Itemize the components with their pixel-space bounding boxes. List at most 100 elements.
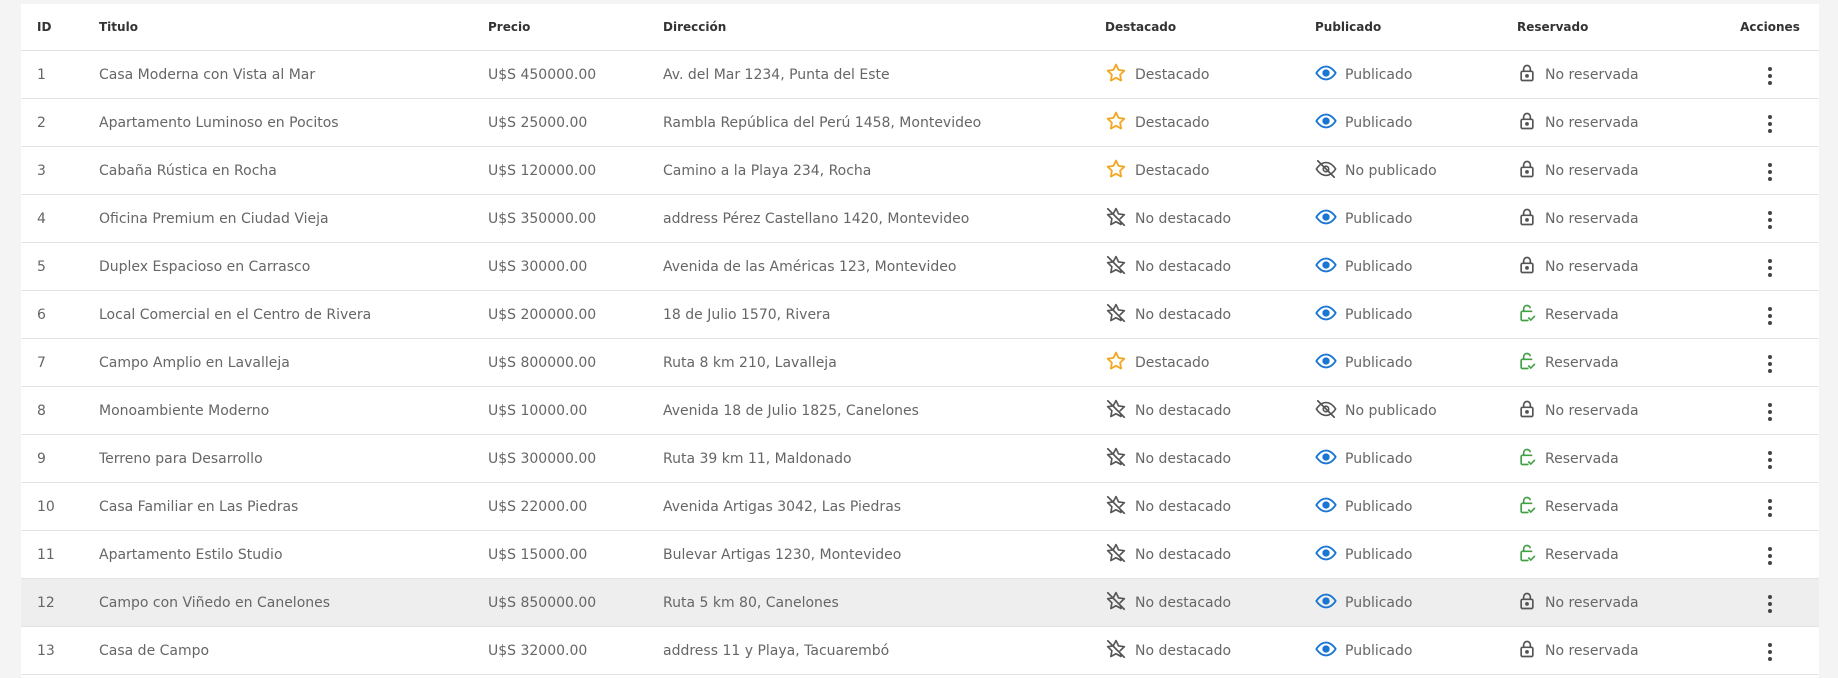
cell-reserved: No reservada [1517,578,1721,627]
cell-address: Camino a la Playa 234, Rocha [663,146,1105,195]
more-vertical-icon[interactable] [1758,589,1782,619]
eye-icon[interactable] [1315,638,1337,664]
star-off-icon[interactable] [1105,302,1127,328]
eye-off-icon[interactable] [1315,398,1337,424]
star-icon[interactable] [1105,110,1127,136]
more-vertical-icon[interactable] [1758,61,1782,91]
lock-open-check-icon[interactable] [1517,302,1537,328]
star-icon[interactable] [1105,350,1127,376]
more-vertical-icon[interactable] [1758,445,1782,475]
star-off-icon[interactable] [1105,494,1127,520]
table-row[interactable]: 10 Casa Familiar en Las Piedras U$S 2200… [21,482,1819,531]
star-off-icon[interactable] [1105,398,1127,424]
table-row[interactable]: 2 Apartamento Luminoso en Pocitos U$S 25… [21,98,1819,147]
reserved-label: Reservada [1545,354,1619,371]
star-off-icon[interactable] [1105,638,1127,664]
more-vertical-icon[interactable] [1758,637,1782,667]
featured-label: Destacado [1135,114,1210,131]
eye-icon[interactable] [1315,302,1337,328]
eye-off-icon[interactable] [1315,158,1337,184]
table-row[interactable]: 8 Monoambiente Moderno U$S 10000.00 Aven… [21,386,1819,435]
cell-title: Terreno para Desarrollo [99,434,488,483]
table-row[interactable]: 7 Campo Amplio en Lavalleja U$S 800000.0… [21,338,1819,387]
star-off-icon[interactable] [1105,446,1127,472]
cell-published: Publicado [1315,578,1517,627]
cell-title: Campo Amplio en Lavalleja [99,338,488,387]
more-vertical-icon[interactable] [1758,205,1782,235]
featured-label: No destacado [1135,258,1232,275]
star-off-icon[interactable] [1105,590,1127,616]
published-label: Publicado [1345,258,1413,275]
lock-icon[interactable] [1517,254,1537,280]
header-id[interactable]: ID [21,4,99,51]
eye-icon[interactable] [1315,446,1337,472]
lock-open-check-icon[interactable] [1517,542,1537,568]
table-row[interactable]: 12 Campo con Viñedo en Canelones U$S 850… [21,578,1819,627]
header-address[interactable]: Dirección [663,4,1105,51]
star-icon[interactable] [1105,62,1127,88]
cell-featured: No destacado [1105,578,1315,627]
eye-icon[interactable] [1315,62,1337,88]
star-icon[interactable] [1105,158,1127,184]
published-label: No publicado [1345,402,1437,419]
reserved-label: No reservada [1545,402,1639,419]
more-vertical-icon[interactable] [1758,349,1782,379]
lock-icon[interactable] [1517,590,1537,616]
featured-label: No destacado [1135,210,1232,227]
lock-open-check-icon[interactable] [1517,350,1537,376]
cell-id: 3 [21,146,99,195]
lock-icon[interactable] [1517,206,1537,232]
published-label: Publicado [1345,450,1413,467]
table-row[interactable]: 11 Apartamento Estilo Studio U$S 15000.0… [21,530,1819,579]
cell-price: U$S 25000.00 [488,98,663,147]
star-off-icon[interactable] [1105,254,1127,280]
cell-reserved: No reservada [1517,194,1721,243]
eye-icon[interactable] [1315,254,1337,280]
lock-open-check-icon[interactable] [1517,494,1537,520]
header-featured[interactable]: Destacado [1105,4,1315,51]
cell-actions [1721,530,1819,579]
star-off-icon[interactable] [1105,542,1127,568]
lock-open-check-icon[interactable] [1517,446,1537,472]
table-row[interactable]: 4 Oficina Premium en Ciudad Vieja U$S 35… [21,194,1819,243]
lock-icon[interactable] [1517,638,1537,664]
cell-featured: Destacado [1105,146,1315,195]
more-vertical-icon[interactable] [1758,253,1782,283]
eye-icon[interactable] [1315,590,1337,616]
header-published[interactable]: Publicado [1315,4,1517,51]
star-off-icon[interactable] [1105,206,1127,232]
published-label: Publicado [1345,594,1413,611]
lock-icon[interactable] [1517,62,1537,88]
lock-icon[interactable] [1517,110,1537,136]
featured-label: Destacado [1135,66,1210,83]
header-reserved[interactable]: Reservado [1517,4,1721,51]
cell-actions [1721,290,1819,339]
table-row[interactable]: 3 Cabaña Rústica en Rocha U$S 120000.00 … [21,146,1819,195]
eye-icon[interactable] [1315,494,1337,520]
table-row[interactable]: 9 Terreno para Desarrollo U$S 300000.00 … [21,434,1819,483]
eye-icon[interactable] [1315,350,1337,376]
cell-featured: No destacado [1105,242,1315,291]
more-vertical-icon[interactable] [1758,301,1782,331]
more-vertical-icon[interactable] [1758,157,1782,187]
table-row[interactable]: 6 Local Comercial en el Centro de Rivera… [21,290,1819,339]
cell-actions [1721,386,1819,435]
cell-actions [1721,146,1819,195]
table-row[interactable]: 5 Duplex Espacioso en Carrasco U$S 30000… [21,242,1819,291]
lock-icon[interactable] [1517,398,1537,424]
more-vertical-icon[interactable] [1758,493,1782,523]
table-row[interactable]: 13 Casa de Campo U$S 32000.00 address 11… [21,626,1819,675]
reserved-label: No reservada [1545,642,1639,659]
cell-price: U$S 120000.00 [488,146,663,195]
lock-icon[interactable] [1517,158,1537,184]
eye-icon[interactable] [1315,542,1337,568]
eye-icon[interactable] [1315,206,1337,232]
cell-price: U$S 30000.00 [488,242,663,291]
more-vertical-icon[interactable] [1758,541,1782,571]
table-row[interactable]: 1 Casa Moderna con Vista al Mar U$S 4500… [21,50,1819,99]
more-vertical-icon[interactable] [1758,397,1782,427]
header-title[interactable]: Titulo [99,4,488,51]
eye-icon[interactable] [1315,110,1337,136]
more-vertical-icon[interactable] [1758,109,1782,139]
header-price[interactable]: Precio [488,4,663,51]
